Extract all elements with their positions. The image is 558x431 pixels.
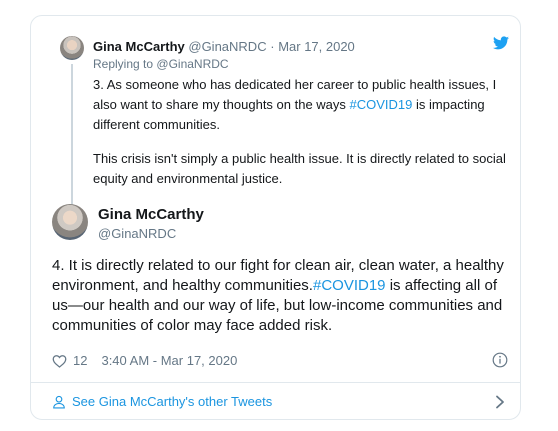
- parent-tweet-date[interactable]: Mar 17, 2020: [278, 39, 355, 54]
- parent-avatar[interactable]: [60, 36, 84, 60]
- main-author-avatar[interactable]: [52, 204, 88, 240]
- twitter-bird-icon[interactable]: [493, 36, 509, 50]
- tweet-timestamp[interactable]: 3:40 AM - Mar 17, 2020: [101, 353, 237, 368]
- replying-to-label: Replying to: [93, 57, 154, 71]
- see-other-tweets-label[interactable]: See Gina McCarthy's other Tweets: [72, 394, 272, 409]
- info-icon[interactable]: [492, 352, 508, 368]
- parent-tweet-text: 3. As someone who has dedicated her care…: [93, 75, 518, 203]
- footer-divider: [31, 382, 520, 383]
- replying-to-mention[interactable]: @GinaNRDC: [156, 57, 228, 71]
- thread-connector-line: [71, 64, 73, 212]
- like-count[interactable]: 12: [73, 353, 87, 368]
- main-author-name[interactable]: Gina McCarthy: [98, 206, 204, 223]
- parent-hashtag-link[interactable]: #COVID19: [350, 97, 413, 112]
- person-icon: [53, 395, 65, 409]
- main-hashtag-link[interactable]: #COVID19: [313, 277, 386, 294]
- parent-author-name[interactable]: Gina McCarthy: [93, 39, 185, 54]
- see-other-tweets-link[interactable]: See Gina McCarthy's other Tweets: [52, 394, 272, 409]
- parent-paragraph-2: This crisis isn't simply a public health…: [93, 151, 506, 186]
- parent-tweet-header: Gina McCarthy @GinaNRDC · Mar 17, 2020: [93, 39, 355, 54]
- parent-paragraph-1: 3. As someone who has dedicated her care…: [93, 75, 518, 135]
- heart-icon[interactable]: [52, 354, 67, 368]
- tweet-meta-row: 12 3:40 AM - Mar 17, 2020: [52, 353, 237, 368]
- main-author-handle[interactable]: @GinaNRDC: [98, 226, 176, 241]
- main-tweet-text: 4. It is directly related to our fight f…: [52, 256, 507, 336]
- chevron-right-icon[interactable]: [494, 395, 506, 409]
- replying-to-line: Replying to @GinaNRDC: [93, 57, 229, 71]
- embedded-tweet-card: Gina McCarthy @GinaNRDC · Mar 17, 2020 R…: [30, 15, 521, 420]
- parent-author-handle[interactable]: @GinaNRDC: [188, 39, 266, 54]
- header-separator: ·: [270, 39, 275, 54]
